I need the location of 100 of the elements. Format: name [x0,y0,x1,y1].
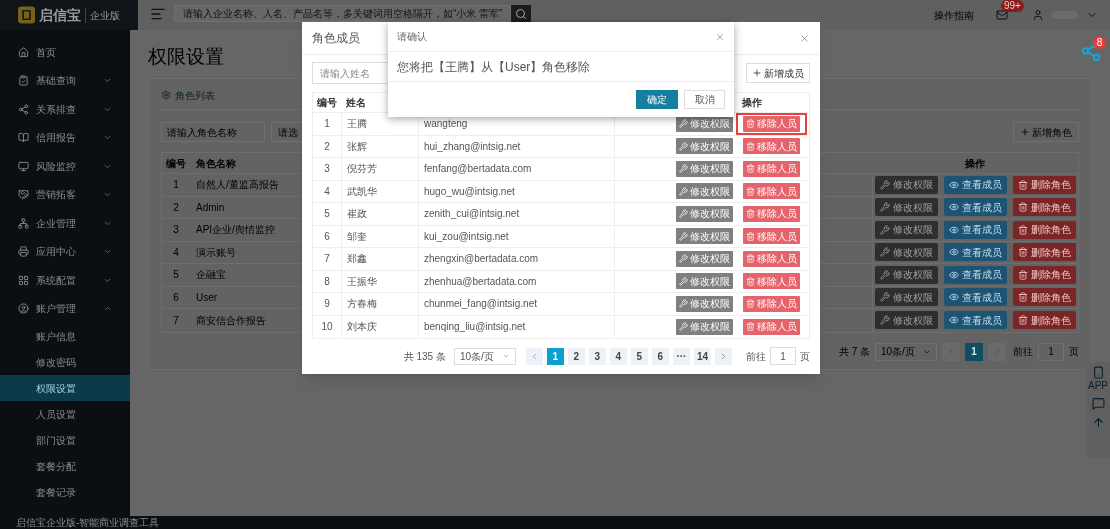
edit-button[interactable]: 修改权限 [676,228,733,245]
wrench-icon [679,186,688,196]
chat-icon[interactable] [1091,397,1105,410]
delete-button[interactable]: 删除角色 [1013,243,1076,262]
edit-button[interactable]: 修改权限 [875,243,938,262]
view-button[interactable]: 查看成员 [944,243,1007,262]
remove-button[interactable]: 移除人员 [743,160,800,177]
goto-field[interactable]: 1 [770,347,796,365]
sidebar-subitem[interactable]: 账户信息 [0,323,130,349]
edit-button[interactable]: 修改权限 [875,175,938,194]
sidebar-item[interactable]: 营销拓客 [0,180,130,209]
delete-button[interactable]: 删除角色 [1013,220,1076,239]
sidebar-subitem[interactable]: 人员设置 [0,401,130,427]
remove-button[interactable]: 移除人员 [743,183,800,200]
edit-button[interactable]: 修改权限 [875,265,938,284]
phone-icon[interactable] [1091,366,1105,379]
sidebar-subitem[interactable]: 套餐记录 [0,479,130,505]
sidebar-subitem[interactable]: 部门设置 [0,427,130,453]
edit-button[interactable]: 修改权限 [676,138,733,155]
chevron-down-icon [501,352,510,360]
page-button[interactable]: 1 [546,347,564,365]
cancel-button[interactable]: 取消 [684,90,725,109]
arrow-up-icon[interactable] [1091,416,1105,429]
sidebar-item[interactable]: 风险监控 [0,152,130,181]
view-button[interactable]: 查看成员 [944,311,1007,330]
role-name-field[interactable]: 请输入角色名称 [161,122,265,142]
guide-link[interactable]: 操作指南 [934,8,974,23]
sidebar-subitem[interactable]: 修改密码 [0,349,130,375]
mail-icon[interactable] [996,9,1008,21]
sidebar-item[interactable]: 信用报告 [0,123,130,152]
table-cell-text: zhenhua@bertadata.com [424,274,537,289]
page-button[interactable]: 4 [609,347,627,365]
remove-button[interactable]: 移除人员 [743,273,800,290]
page-button[interactable]: 14 [693,347,711,365]
remove-button[interactable]: 移除人员 [743,138,800,155]
wrench-icon [880,269,890,280]
edit-button[interactable]: 修改权限 [676,205,733,222]
sidebar-item[interactable]: 账户管理 [0,294,130,323]
view-button[interactable]: 查看成员 [944,288,1007,307]
remove-button[interactable]: 移除人员 [743,318,800,335]
confirm-button[interactable]: 确定 [636,90,678,109]
page-size-select[interactable]: 10条/页 [875,342,937,361]
goto-field[interactable]: 1 [1038,342,1064,361]
page-size-select[interactable]: 10条/页 [453,347,516,365]
sidebar-item[interactable]: 系统配置 [0,266,130,295]
page-button[interactable]: 2 [567,347,585,365]
page-button[interactable]: ··· [672,347,690,365]
remove-button[interactable]: 移除人员 [743,295,800,312]
search-field[interactable]: 请输入企业名称、人名、产品名等，多关键词用空格隔开，如“小米 雷军” [174,5,512,22]
edit-button[interactable]: 修改权限 [676,273,733,290]
total-count: 共 135 条 [403,349,446,364]
table-cell-text: zhengxin@bertadata.com [424,252,539,267]
delete-button[interactable]: 删除角色 [1013,175,1076,194]
trash-icon [746,209,755,219]
view-button[interactable]: 查看成员 [944,175,1007,194]
edit-button[interactable]: 修改权限 [676,250,733,267]
table-cell-text: chunmei_fang@intsig.net [424,297,537,312]
edit-button[interactable]: 修改权限 [875,311,938,330]
edit-button[interactable]: 修改权限 [676,183,733,200]
menu-icon[interactable] [150,6,166,22]
edit-button[interactable]: 修改权限 [676,160,733,177]
sidebar-item[interactable]: 应用中心 [0,237,130,266]
add-member-button[interactable]: 新增成员 [746,63,810,83]
edit-button[interactable]: 修改权限 [875,198,938,217]
sidebar-subitem[interactable]: 套餐分配 [0,453,130,479]
sidebar-subitem[interactable]: 权限设置 [0,375,130,401]
delete-button[interactable]: 删除角色 [1013,265,1076,284]
page-button[interactable]: 6 [651,347,669,365]
remove-button[interactable]: 移除人员 [743,205,800,222]
user-icon[interactable] [1032,9,1044,21]
sidebar-item[interactable]: 关系排查 [0,95,130,124]
page-button[interactable]: 5 [630,347,648,365]
remove-button[interactable]: 移除人员 [743,115,800,132]
wrench-icon [679,209,688,219]
remove-button[interactable]: 移除人员 [743,250,800,267]
page-button[interactable]: 3 [588,347,606,365]
view-button[interactable]: 查看成员 [944,198,1007,217]
view-button[interactable]: 查看成员 [944,265,1007,284]
view-button[interactable]: 查看成员 [944,220,1007,239]
edit-button[interactable]: 修改权限 [676,295,733,312]
sidebar-item[interactable]: 首页 [0,38,130,67]
delete-button[interactable]: 删除角色 [1013,311,1076,330]
page-button[interactable]: 1 [965,342,983,361]
eye-icon [949,269,959,280]
edit-button[interactable]: 修改权限 [875,288,938,307]
table-cell-text: 8 [324,274,330,289]
sidebar-item[interactable]: 基础查询 [0,66,130,95]
close-icon[interactable] [715,31,725,42]
delete-button[interactable]: 删除角色 [1013,198,1076,217]
remove-button[interactable]: 移除人员 [743,228,800,245]
search-button[interactable] [511,5,532,22]
add-role-button[interactable]: 新增角色 [1013,122,1079,142]
close-icon[interactable] [799,32,810,44]
table-cell-text: wangteng [424,117,468,132]
wrench-icon [679,141,688,151]
sidebar-item[interactable]: 企业管理 [0,209,130,238]
edit-button[interactable]: 修改权限 [676,318,733,335]
table-cell-text: 3 [324,162,330,177]
delete-button[interactable]: 删除角色 [1013,288,1076,307]
edit-button[interactable]: 修改权限 [875,220,938,239]
